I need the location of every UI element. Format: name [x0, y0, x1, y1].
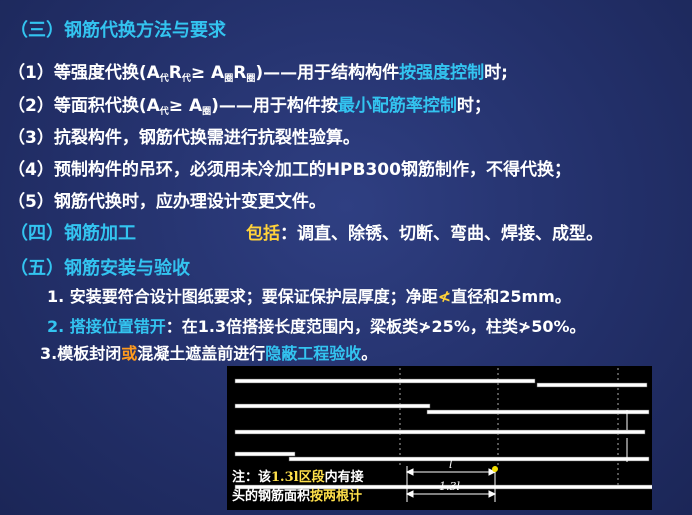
section5-title: （五）钢筋安装与验收 — [10, 258, 190, 279]
item-lifting-ring: （4）预制构件的吊环，必须用未冷加工的HPB300钢筋制作，不得代换； — [8, 160, 571, 180]
rebar-2a — [234, 403, 431, 409]
highlight-stagger: 搭接位置错开 — [69, 317, 166, 336]
processing-list: 包括：调直、除锈、切断、弯曲、焊接、成型。 — [246, 224, 603, 244]
rebar-1a — [234, 378, 536, 384]
splice-point-marker — [492, 466, 498, 472]
install-item-1: 1. 安装要符合设计图纸要求；要保证保护层厚度；净距≮直径和25mm。 — [47, 287, 571, 306]
section3-title: （三）钢筋代换方法与要求 — [10, 20, 226, 41]
section4-title: （四）钢筋加工 — [10, 223, 136, 244]
rebar-2b — [426, 409, 650, 415]
rebar-4a — [234, 451, 296, 457]
item-equal-strength: （1）等强度代换(A代R代≥ A圈R圈)——用于结构构件按强度控制时; — [8, 63, 508, 84]
highlight-concealed: 隐蔽工程验收 — [265, 344, 362, 363]
rebar-4b — [288, 456, 650, 462]
figure-note: 注：该1.3l区段内有接 头的钢筋面积按两根计 — [232, 470, 364, 504]
dim-label-l: l — [449, 458, 453, 471]
highlight-min-ratio: 最小配筋率控制 — [337, 96, 457, 116]
item-design-change: （5）钢筋代换时，应办理设计变更文件。 — [8, 192, 326, 212]
install-item-3: 3.模板封闭或混凝土遮盖前进行隐蔽工程验收。 — [40, 344, 378, 363]
item-equal-area: （2）等面积代换(A代≥ A圈)——用于构件按最小配筋率控制时； — [8, 96, 491, 117]
rebar-1b — [536, 382, 648, 388]
highlight-strength-control: 按强度控制 — [399, 63, 485, 83]
include-label: 包括 — [246, 224, 280, 244]
dim-label-1-3l: 1.3l — [439, 480, 460, 493]
item-crack-resistant: （3）抗裂构件，钢筋代换需进行抗裂性验算。 — [8, 128, 360, 148]
rebar-3 — [234, 429, 646, 435]
install-item-2: 2. 搭接位置错开：在1.3倍搭接长度范围内，梁板类≯25%，柱类≯50%。 — [47, 317, 586, 336]
